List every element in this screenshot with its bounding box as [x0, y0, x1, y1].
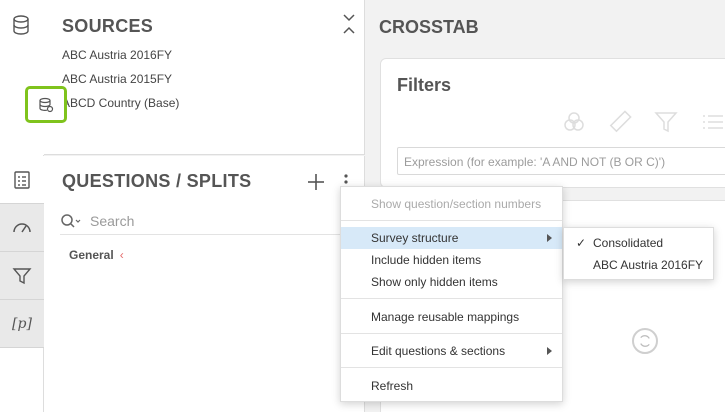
tree-item-label: General: [69, 248, 114, 262]
source-item[interactable]: ABC Austria 2016FY: [62, 48, 172, 62]
rail-top-area: [0, 0, 44, 155]
menu-item-refresh[interactable]: Refresh: [341, 375, 562, 397]
submenu-item-abc-austria[interactable]: ABC Austria 2016FY: [564, 254, 713, 276]
menu-divider: [341, 333, 562, 334]
source-item[interactable]: ABCD Country (Base): [62, 96, 179, 110]
venn-icon[interactable]: [561, 109, 587, 135]
add-icon[interactable]: [306, 172, 326, 192]
menu-item-label: Edit questions & sections: [371, 344, 506, 358]
questions-panel: QUESTIONS / SPLITS Search General ‹: [44, 156, 365, 412]
rail-gauge-button[interactable]: [0, 204, 44, 252]
source-item[interactable]: ABC Austria 2015FY: [62, 72, 172, 86]
swap-icon[interactable]: [632, 328, 658, 354]
menu-divider: [341, 367, 562, 368]
chevron-left-icon: ‹: [119, 248, 124, 262]
survey-structure-submenu: ✓ Consolidated ABC Austria 2016FY: [563, 227, 714, 280]
ruler-icon[interactable]: [607, 109, 633, 135]
filter-toolbar: [561, 109, 725, 135]
filters-card: Filters Expression (for example: 'A AND …: [380, 58, 725, 188]
base-source-button[interactable]: [25, 86, 67, 123]
menu-divider: [341, 220, 562, 221]
sources-panel: SOURCES ABC Austria 2016FY ABC Austria 2…: [44, 0, 365, 155]
rail-filter-button[interactable]: [0, 252, 44, 300]
variable-icon: [p]: [12, 315, 32, 332]
submenu-item-label: Consolidated: [593, 236, 664, 250]
menu-item-show-numbers[interactable]: Show question/section numbers: [341, 193, 562, 215]
search-input[interactable]: Search: [60, 207, 360, 235]
crosstab-title: CROSSTAB: [379, 17, 479, 37]
menu-item-edit-questions[interactable]: Edit questions & sections: [341, 340, 562, 362]
filters-title: Filters: [397, 75, 452, 95]
menu-item-include-hidden[interactable]: Include hidden items: [341, 249, 562, 271]
rail-questions-button[interactable]: [0, 156, 44, 204]
questions-title: QUESTIONS / SPLITS: [62, 171, 252, 191]
menu-item-only-hidden[interactable]: Show only hidden items: [341, 271, 562, 293]
filter-icon: [12, 267, 32, 284]
submenu-item-label: ABC Austria 2016FY: [593, 258, 704, 272]
tree-item-general[interactable]: General ‹: [69, 248, 124, 262]
menu-item-survey-structure[interactable]: Survey structure: [341, 227, 562, 249]
filter-icon[interactable]: [653, 109, 679, 135]
menu-divider: [341, 298, 562, 299]
database-settings-icon: [39, 97, 54, 112]
submenu-arrow-icon: [547, 347, 552, 355]
checklist-icon: [14, 170, 30, 189]
menu-item-label: Survey structure: [371, 231, 459, 245]
database-icon[interactable]: [10, 14, 32, 36]
gauge-icon: [13, 222, 31, 232]
search-icon: [61, 213, 81, 228]
sources-title: SOURCES: [62, 16, 154, 36]
rail-variable-button[interactable]: [p]: [0, 300, 44, 348]
collapse-icon[interactable]: [342, 12, 356, 36]
menu-item-manage-mappings[interactable]: Manage reusable mappings: [341, 306, 562, 328]
submenu-item-consolidated[interactable]: ✓ Consolidated: [564, 232, 713, 254]
checkmark-icon: ✓: [576, 236, 587, 250]
submenu-arrow-icon: [547, 234, 552, 242]
expression-input[interactable]: Expression (for example: 'A AND NOT (B O…: [397, 147, 725, 175]
left-rail: [p]: [0, 0, 44, 412]
search-placeholder: Search: [90, 212, 135, 229]
context-menu: Show question/section numbers Survey str…: [340, 186, 563, 402]
list-icon[interactable]: [699, 109, 725, 135]
